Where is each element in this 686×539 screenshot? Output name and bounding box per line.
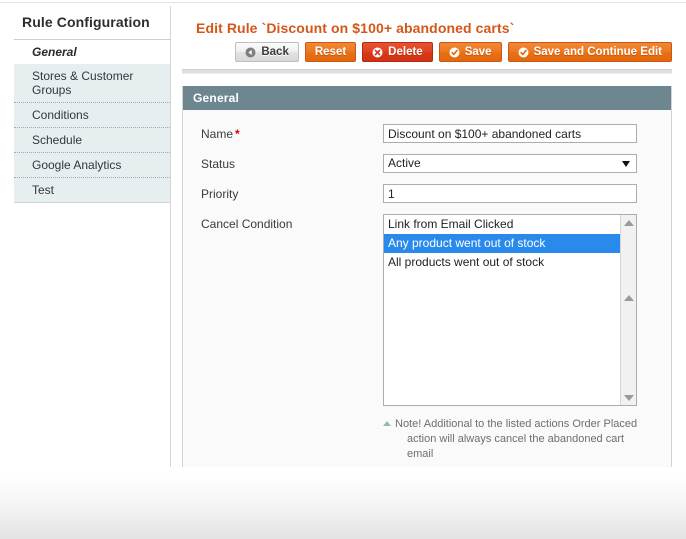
footer-gradient bbox=[0, 467, 686, 539]
name-field-label: Name * bbox=[201, 124, 383, 141]
name-label-text: Name bbox=[201, 127, 234, 141]
scroll-up-arrow-icon[interactable] bbox=[621, 215, 636, 230]
chevron-down-icon bbox=[622, 160, 630, 167]
main-content: Edit Rule `Discount on $100+ abandoned c… bbox=[182, 14, 672, 479]
triangle-down-glyph bbox=[624, 394, 634, 401]
sidebar-item-general[interactable]: General bbox=[14, 40, 170, 64]
sidebar-item-label: Conditions bbox=[32, 108, 89, 122]
back-button[interactable]: Back bbox=[235, 42, 299, 62]
sidebar-item-google-analytics[interactable]: Google Analytics bbox=[14, 153, 170, 178]
multiselect-vertical-scrollbar[interactable] bbox=[620, 215, 636, 405]
name-input[interactable] bbox=[383, 124, 637, 143]
action-button-bar: Back Reset Delete Save Save and Continue… bbox=[182, 42, 672, 62]
back-circle-icon bbox=[245, 47, 256, 58]
panel-heading: General bbox=[183, 86, 671, 110]
sidebar-item-label: Google Analytics bbox=[32, 158, 122, 172]
save-button-label: Save bbox=[464, 46, 492, 58]
sidebar-item-label: Stores & Customer Groups bbox=[32, 69, 134, 97]
status-field-label: Status bbox=[201, 157, 236, 171]
cancel-condition-option-list: Link from Email Clicked Any product went… bbox=[384, 215, 620, 272]
sidebar-item-test[interactable]: Test bbox=[14, 178, 170, 203]
cancel-condition-multiselect[interactable]: Link from Email Clicked Any product went… bbox=[383, 214, 637, 406]
toolbar-divider bbox=[182, 69, 672, 74]
note-text: Note! Additional to the listed actions O… bbox=[395, 417, 645, 462]
delete-button[interactable]: Delete bbox=[362, 42, 433, 62]
check-circle-icon bbox=[449, 47, 460, 58]
reset-button[interactable]: Reset bbox=[304, 42, 357, 62]
note-triangle-icon bbox=[383, 421, 391, 426]
status-field-control: Active bbox=[383, 154, 637, 173]
save-and-continue-edit-button-label: Save and Continue Edit bbox=[533, 46, 662, 58]
priority-field-control bbox=[383, 184, 637, 203]
page-title: Edit Rule `Discount on $100+ abandoned c… bbox=[196, 20, 515, 36]
note-line-1: Note! Additional to the listed actions O… bbox=[395, 418, 638, 430]
field-row-priority: Priority bbox=[183, 184, 671, 203]
delete-button-label: Delete bbox=[388, 46, 423, 58]
sidebar-item-label: Test bbox=[32, 183, 55, 197]
status-select-value: Active bbox=[388, 156, 421, 170]
delete-circle-icon bbox=[372, 47, 383, 58]
check-circle-icon bbox=[518, 47, 529, 58]
sidebar-item-label: General bbox=[32, 45, 77, 59]
top-rule-divider bbox=[0, 2, 686, 3]
back-button-label: Back bbox=[261, 46, 289, 58]
name-field-control bbox=[383, 124, 637, 143]
priority-input[interactable] bbox=[383, 184, 637, 203]
option-link-from-email-clicked[interactable]: Link from Email Clicked bbox=[384, 215, 620, 234]
sidebar-item-conditions[interactable]: Conditions bbox=[14, 103, 170, 128]
field-row-cancel-condition: Cancel Condition Link from Email Clicked… bbox=[183, 214, 671, 406]
cancel-condition-field-label: Cancel Condition bbox=[201, 217, 293, 231]
priority-field-label: Priority bbox=[201, 187, 239, 201]
option-any-product-went-out-of-stock[interactable]: Any product went out of stock bbox=[384, 234, 620, 253]
reset-button-label: Reset bbox=[314, 46, 347, 58]
required-marker: * bbox=[235, 127, 240, 141]
scroll-down-arrow-icon[interactable] bbox=[621, 390, 636, 405]
save-and-continue-edit-button[interactable]: Save and Continue Edit bbox=[507, 42, 672, 62]
column-divider bbox=[170, 6, 171, 488]
sidebar-item-schedule[interactable]: Schedule bbox=[14, 128, 170, 153]
general-fieldset-panel: General Name* Status Active bbox=[182, 86, 672, 479]
sidebar-title: Rule Configuration bbox=[14, 14, 170, 40]
scrollbar-thumb[interactable] bbox=[624, 293, 634, 303]
cancel-condition-field-control: Link from Email Clicked Any product went… bbox=[383, 214, 637, 406]
sidebar-item-stores-customer-groups[interactable]: Stores & Customer Groups bbox=[14, 64, 170, 103]
panel-body: Name* Status Active Priority bbox=[183, 110, 671, 478]
sidebar-item-label: Schedule bbox=[32, 133, 83, 147]
note-line-2: action will always cancel the abandoned … bbox=[407, 433, 625, 460]
triangle-up-glyph bbox=[624, 219, 634, 226]
save-button[interactable]: Save bbox=[438, 42, 502, 62]
field-row-status: Status Active bbox=[183, 154, 671, 173]
status-select[interactable]: Active bbox=[383, 154, 637, 173]
cancel-condition-note: Note! Additional to the listed actions O… bbox=[383, 417, 645, 462]
rule-configuration-sidebar: Rule Configuration General Stores & Cust… bbox=[14, 14, 170, 203]
option-all-products-went-out-of-stock[interactable]: All products went out of stock bbox=[384, 253, 620, 272]
field-row-name: Name * bbox=[183, 124, 671, 143]
triangle-up-glyph bbox=[624, 295, 634, 301]
